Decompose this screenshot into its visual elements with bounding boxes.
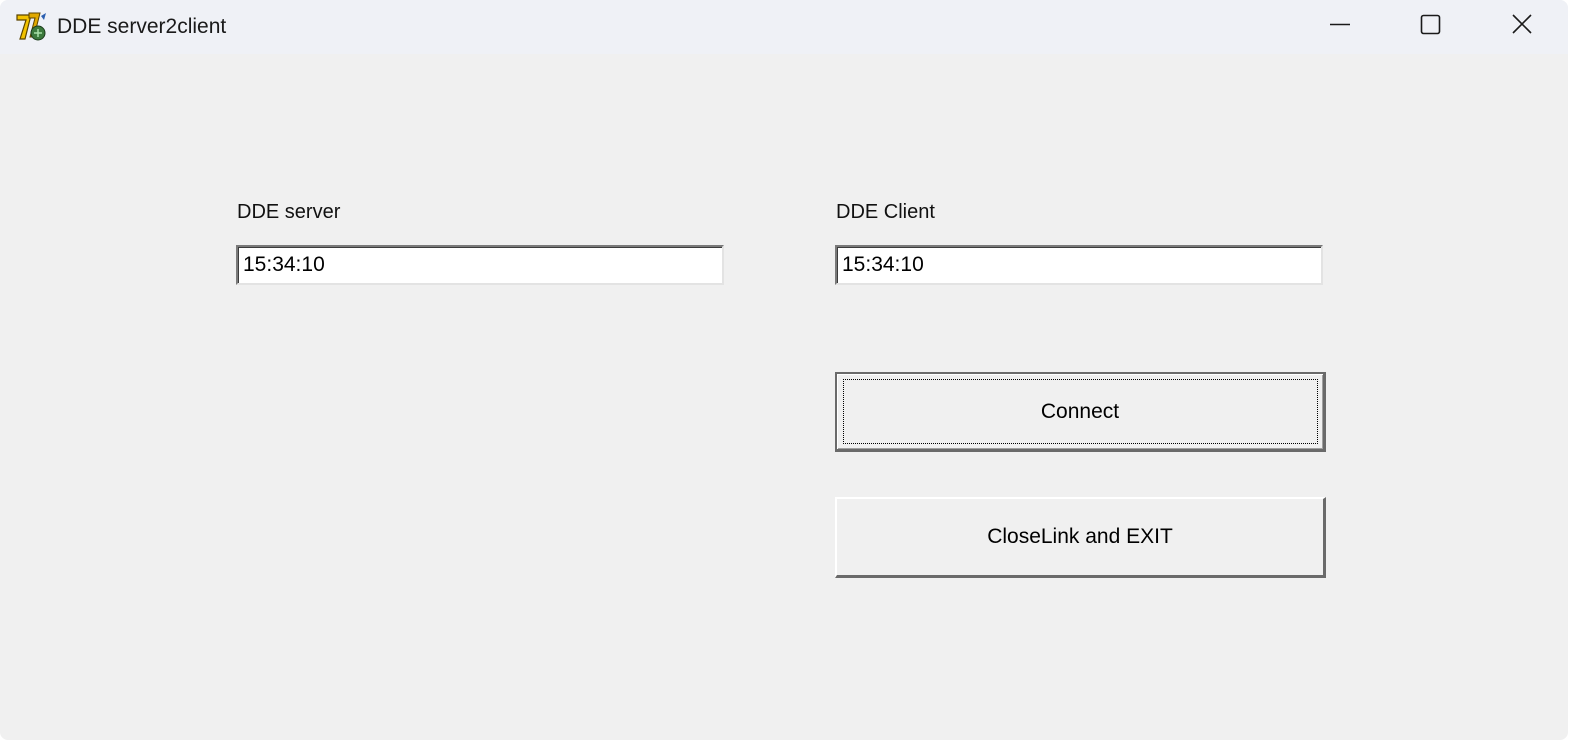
client-time-field[interactable]: 15:34:10 xyxy=(835,245,1323,285)
maximize-button[interactable] xyxy=(1384,0,1476,50)
server-time-field[interactable]: 15:34:10 xyxy=(236,245,724,285)
server-label: DDE server xyxy=(237,201,341,223)
client-label: DDE Client xyxy=(836,201,935,223)
close-button[interactable] xyxy=(1476,0,1568,50)
minimize-button[interactable] xyxy=(1294,0,1386,50)
connect-button[interactable]: Connect xyxy=(835,372,1326,452)
closelink-exit-button-label: CloseLink and EXIT xyxy=(987,525,1173,548)
closelink-exit-button[interactable]: CloseLink and EXIT xyxy=(835,497,1326,578)
app-window: DDE server2client DDE server 15:34:10 DD… xyxy=(0,0,1568,740)
window-title: DDE server2client xyxy=(57,15,227,38)
title-bar[interactable]: DDE server2client xyxy=(0,0,1568,54)
app-icon[interactable] xyxy=(14,11,48,43)
connect-button-label: Connect xyxy=(1040,399,1120,423)
